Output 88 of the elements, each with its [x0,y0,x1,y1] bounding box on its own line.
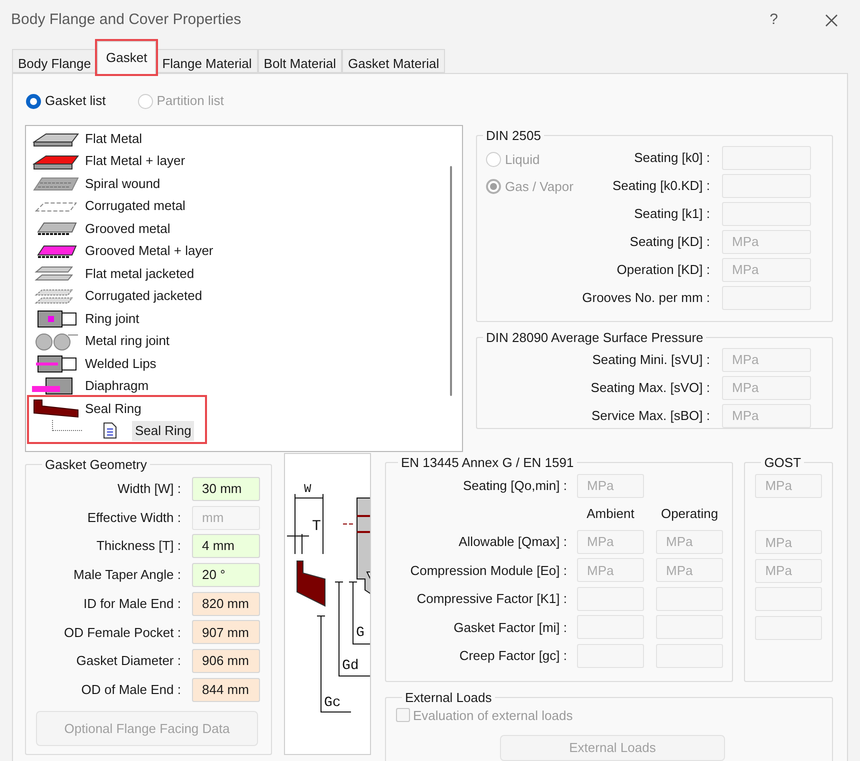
list-item-label: Grooved metal [84,220,170,238]
tab[interactable]: Body Flange [12,49,97,73]
field-label: Gasket Factor [mi] : [452,618,567,637]
field-label: Seating [KD] : [628,232,710,251]
list-item[interactable]: Metal ring joint [32,330,462,352]
field-label: Seating [k1] : [633,204,710,223]
dimension-label: W [304,482,312,496]
tree-line [52,420,82,431]
field-label: Compressive Factor [K1] : [416,590,567,608]
group-title: External Loads [404,689,493,707]
field-label: Allowable [Qmax] : [458,533,567,551]
list-item[interactable]: Flat metal jacketed [32,262,462,284]
radio-label: Gasket list [45,92,106,110]
dimension-label: Gd [342,658,359,674]
text-field[interactable]: 4 mm [192,534,260,558]
field-label: Seating Mini. [sVU] : [591,350,710,369]
list-item-label: Seal Ring [84,400,142,418]
list-item-label: Corrugated metal [84,197,186,215]
field-label: OD of Male End : [80,680,181,699]
radio-label: Gas / Vapor [505,178,574,196]
list-item[interactable]: Grooved Metal + layer [32,240,462,262]
group-title: EN 13445 Annex G / EN 1591 [400,454,575,472]
tab[interactable]: Bolt Material [258,49,342,73]
list-item[interactable]: Seal Ring [32,397,205,420]
tab[interactable]: Flange Material [156,49,258,73]
radio-button[interactable] [26,94,41,108]
list-item-label: Spiral wound [84,174,160,193]
tree-item[interactable]: Seal Ring [132,420,194,440]
list-item-label: Metal ring joint [84,332,170,350]
list-item-label: Flat Metal [84,130,142,148]
field-label: Seating [k0.KD] : [611,176,710,195]
field-label: Seating [Qo,min] : [462,476,567,495]
tab[interactable]: Gasket Material [342,49,446,73]
list-item[interactable]: Diaphragm [32,374,462,397]
text-field[interactable]: 20 ° [192,562,260,587]
column-header: Ambient [586,504,636,523]
text-field[interactable]: 907 mm [192,620,260,644]
field-label: Compression Module [Eo] : [409,562,567,580]
field-label: Effective Width : [86,508,181,527]
document-icon [103,422,117,439]
list-item[interactable]: Grooved metal [32,217,462,240]
field-label: Seating [k0] : [633,148,710,167]
field-label: Grooves No. per mm : [581,288,710,307]
scrollbar-thumb[interactable] [450,166,452,396]
field-label: Service Max. [sBO] : [590,406,710,425]
radio-label: Liquid [505,150,540,169]
list-item-label: Ring joint [84,310,140,328]
field-label: Creep Factor [gc] : [458,647,567,665]
text-field[interactable]: 844 mm [192,678,260,702]
group-title: GOST [763,454,802,472]
field-label: OD Female Pocket : [62,624,181,642]
list-item[interactable]: Corrugated metal [32,194,462,217]
field-label: Thickness [T] : [95,537,181,556]
dimension-label: T [312,518,322,535]
text-field[interactable]: 30 mm [192,476,260,501]
list-item[interactable]: Spiral wound [32,172,462,194]
list-item-label: Corrugated jacketed [84,287,202,305]
help-button[interactable]: ? [770,8,778,32]
list-item[interactable]: Flat Metal [32,127,462,150]
field-label: Width [W] : [116,480,181,498]
list-item[interactable]: Welded Lips [32,352,462,374]
list-item-label: Grooved Metal + layer [84,242,214,260]
list-item-label: Welded Lips [84,354,156,373]
field-label: Male Taper Angle : [72,566,181,584]
list-item-label: Diaphragm [84,377,149,395]
group-title: DIN 2505 [485,127,542,145]
list-item-label: Flat metal jacketed [84,264,194,283]
text-field[interactable]: 906 mm [192,648,260,673]
window-title: Body Flange and Cover Properties [11,10,242,30]
group-title: Gasket Geometry [44,456,148,474]
gasket-type-icon [32,398,80,418]
text-field[interactable]: 820 mm [192,592,260,616]
checkbox-label: Evaluation of external loads [413,706,573,724]
list-item[interactable]: Flat Metal + layer [32,150,462,172]
dimension-label: Gc [324,695,341,711]
column-header: Operating [660,504,720,523]
field-label: ID for Male End : [82,594,181,613]
list-item[interactable]: Corrugated jacketed [32,284,462,307]
list-item[interactable]: Ring joint [32,307,462,330]
field-label: Seating Max. [sVO] : [590,378,710,397]
field-label: Operation [KD] : [616,260,710,279]
group-title: DIN 28090 Average Surface Pressure [485,329,704,347]
radio-label: Partition list [156,92,224,110]
list-item-label: Flat Metal + layer [84,152,186,170]
field-label: Gasket Diameter : [75,652,181,670]
tab[interactable]: Gasket [97,41,156,74]
close-icon[interactable] [825,14,838,26]
dimension-label: G [356,625,364,641]
